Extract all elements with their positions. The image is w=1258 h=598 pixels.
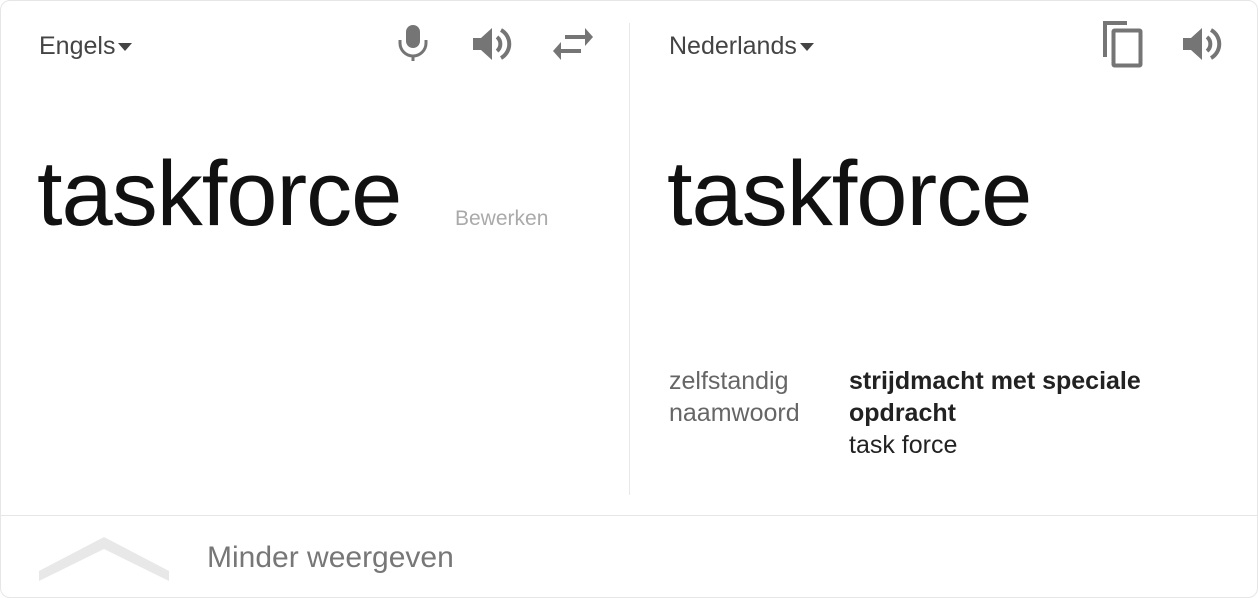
show-less-button[interactable]: Minder weergeven: [207, 541, 454, 575]
caret-down-icon: [118, 43, 133, 51]
definition-line[interactable]: strijdmacht met speciale: [849, 365, 1229, 397]
source-language-label: Engels: [39, 31, 116, 60]
caret-down-icon: [799, 43, 814, 51]
translation-text: taskforce: [667, 143, 1032, 245]
target-language-label: Nederlands: [669, 31, 797, 60]
footer-bar: [1, 515, 1257, 597]
definition-line[interactable]: opdracht: [849, 397, 1229, 429]
target-speaker-icon[interactable]: [1181, 25, 1225, 63]
edit-link[interactable]: Bewerken: [455, 207, 548, 231]
microphone-icon[interactable]: [395, 23, 431, 63]
chevron-up-icon[interactable]: [39, 535, 169, 588]
target-language-select[interactable]: Nederlands: [669, 29, 814, 63]
synonym[interactable]: task force: [849, 429, 1229, 461]
translation-card: Engels taskforce Bewerken Nederlands tas…: [0, 0, 1258, 598]
source-language-select[interactable]: Engels: [39, 29, 133, 63]
pane-divider: [629, 23, 630, 495]
dictionary-entry: strijdmacht met speciale opdracht task f…: [849, 365, 1229, 461]
swap-arrows-icon[interactable]: [551, 27, 595, 61]
part-of-speech-line: naamwoord: [669, 399, 800, 427]
part-of-speech-label: zelfstandig naamwoord: [669, 365, 839, 429]
part-of-speech-line: zelfstandig: [669, 367, 789, 395]
copy-icon[interactable]: [1099, 19, 1145, 69]
source-text[interactable]: taskforce: [37, 139, 402, 249]
source-speaker-icon[interactable]: [471, 25, 515, 63]
